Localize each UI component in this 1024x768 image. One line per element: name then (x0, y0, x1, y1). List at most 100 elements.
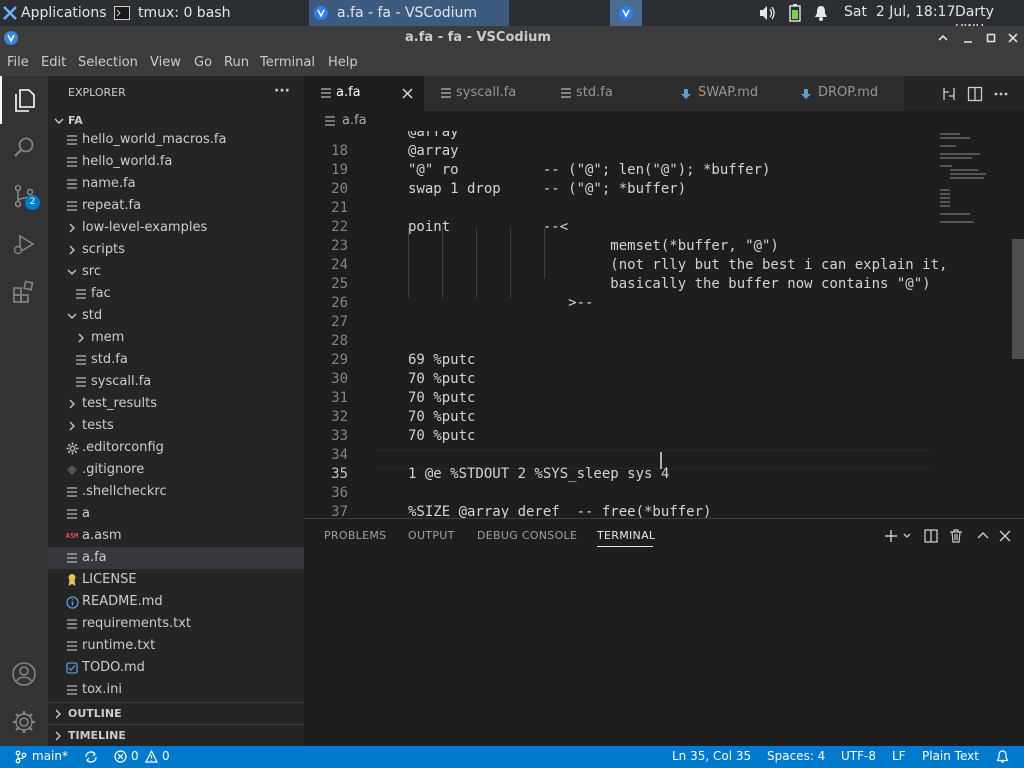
remote-branch-icon[interactable] (14, 750, 28, 764)
error-count[interactable]: 0 (131, 749, 139, 763)
tree-item[interactable]: a.fa (48, 547, 304, 569)
menu-help[interactable]: Help (328, 55, 358, 70)
tab-debug-console[interactable]: DEBUG CONSOLE (477, 529, 577, 542)
maximize-panel-chevron-icon[interactable] (976, 529, 990, 543)
battery-icon[interactable] (789, 4, 801, 22)
more-actions-icon[interactable] (993, 86, 1009, 102)
editor-tab[interactable]: SWAP.md (664, 76, 784, 111)
taskbar-vscodium-launcher[interactable] (610, 0, 642, 26)
menu-go[interactable]: Go (194, 55, 212, 70)
editor-tab[interactable]: a.fa (304, 76, 424, 111)
taskbar-tmux-window[interactable]: tmux: 0 bash (110, 0, 306, 26)
language-mode[interactable]: Plain Text (922, 749, 979, 763)
branch-label[interactable]: main* (32, 749, 68, 763)
breadcrumb-file[interactable]: a.fa (342, 113, 367, 128)
close-tab-icon[interactable] (402, 88, 413, 99)
tree-item[interactable]: LICENSE (48, 569, 304, 591)
compare-changes-icon[interactable] (941, 86, 957, 102)
menu-terminal[interactable]: Terminal (260, 55, 315, 70)
indentation[interactable]: Spaces: 4 (767, 749, 825, 763)
editor-tab[interactable]: DROP.md (784, 76, 904, 111)
tree-item[interactable]: std (48, 305, 304, 327)
cursor-position[interactable]: Ln 35, Col 35 (672, 749, 751, 763)
tree-item[interactable]: src (48, 261, 304, 283)
warning-icon[interactable] (145, 750, 158, 763)
line-number: 27 (331, 314, 348, 330)
split-terminal-icon[interactable] (924, 529, 938, 543)
maximize-chevron-icon[interactable] (937, 32, 949, 44)
close-panel-icon[interactable] (998, 529, 1012, 543)
menu-lines-icon (65, 617, 79, 631)
tree-item[interactable]: scripts (48, 239, 304, 261)
extensions-icon[interactable] (0, 268, 48, 316)
menu-view[interactable]: View (150, 55, 181, 70)
new-terminal-plus-icon[interactable] (884, 529, 898, 543)
notifications-bell-icon[interactable] (996, 750, 1009, 764)
editor-scrollbar[interactable] (1012, 239, 1024, 359)
warning-count[interactable]: 0 (162, 749, 170, 763)
editor-tab[interactable]: std.fa (544, 76, 664, 111)
error-icon[interactable] (114, 750, 127, 763)
tree-item[interactable]: mem (48, 327, 304, 349)
encoding[interactable]: UTF-8 (841, 749, 876, 763)
tree-item[interactable]: .gitignore (48, 459, 304, 481)
tree-item[interactable]: .editorconfig (48, 437, 304, 459)
menu-run[interactable]: Run (224, 55, 249, 70)
tree-item[interactable]: syscall.fa (48, 371, 304, 393)
close-window-icon[interactable] (1007, 32, 1019, 44)
menu-edit[interactable]: Edit (41, 55, 66, 70)
tab-problems[interactable]: PROBLEMS (324, 529, 386, 542)
volume-icon[interactable] (758, 5, 776, 21)
line-number: 35 (331, 466, 348, 482)
clock[interactable]: Sat 2 Jul, 18:17 (844, 4, 955, 20)
timeline-section[interactable]: TIMELINE (48, 724, 304, 746)
tree-item[interactable]: hello_world_macros.fa (48, 129, 304, 151)
tree-item[interactable]: test_results (48, 393, 304, 415)
tree-item[interactable]: repeat.fa (48, 195, 304, 217)
split-editor-icon[interactable] (967, 86, 983, 102)
code-editor[interactable]: @array 18 @array 19 "@" ro -- ("@"; len("@")… (304, 131, 1024, 518)
tree-item[interactable]: README.md (48, 591, 304, 613)
tree-item[interactable]: tests (48, 415, 304, 437)
tree-item[interactable]: fac (48, 283, 304, 305)
editor-tab[interactable]: syscall.fa (424, 76, 544, 111)
explorer-files-icon[interactable] (0, 76, 48, 124)
trash-icon[interactable] (949, 529, 963, 543)
outline-section[interactable]: OUTLINE (48, 702, 304, 724)
minimap[interactable] (936, 131, 1012, 518)
notification-bell-icon[interactable] (814, 5, 828, 21)
manage-gear-icon[interactable] (0, 698, 48, 746)
chevron-down-icon[interactable] (902, 531, 912, 541)
tree-item[interactable]: a (48, 503, 304, 525)
explorer-more-button[interactable]: ··· (274, 83, 290, 99)
menu-file[interactable]: File (7, 55, 29, 70)
tree-item[interactable]: tox.ini (48, 679, 304, 701)
tree-item[interactable]: runtime.txt (48, 635, 304, 657)
account-icon[interactable] (0, 650, 48, 698)
taskbar-vscodium-window[interactable]: a.fa - fa - VSCodium (309, 0, 509, 26)
tree-item[interactable]: .shellcheckrc (48, 481, 304, 503)
minimize-icon[interactable] (962, 32, 974, 44)
tab-terminal[interactable]: TERMINAL (597, 529, 655, 542)
tree-item[interactable]: name.fa (48, 173, 304, 195)
tree-item[interactable]: ASM a.asm (48, 525, 304, 547)
applications-menu[interactable]: Applications (0, 0, 108, 26)
menu-selection[interactable]: Selection (78, 55, 138, 70)
menu-lines-icon (65, 639, 79, 653)
tree-item[interactable]: low-level-examples (48, 217, 304, 239)
menu-lines-icon (65, 199, 79, 213)
tree-item[interactable]: std.fa (48, 349, 304, 371)
tab-output[interactable]: OUTPUT (408, 529, 455, 542)
system-taskbar: Applications tmux: 0 bash a.fa - fa - VS… (0, 0, 1024, 36)
restore-icon[interactable] (985, 32, 997, 44)
tree-item[interactable]: requirements.txt (48, 613, 304, 635)
tree-item[interactable]: hello_world.fa (48, 151, 304, 173)
sync-icon[interactable] (84, 750, 98, 764)
terminal-area[interactable] (304, 553, 1024, 746)
source-control-icon[interactable]: 2 (0, 172, 48, 220)
tree-item[interactable]: TODO.md (48, 657, 304, 679)
search-icon[interactable] (0, 124, 48, 172)
line-number: 21 (331, 200, 348, 216)
end-of-line[interactable]: LF (892, 749, 906, 763)
run-debug-icon[interactable] (0, 220, 48, 268)
